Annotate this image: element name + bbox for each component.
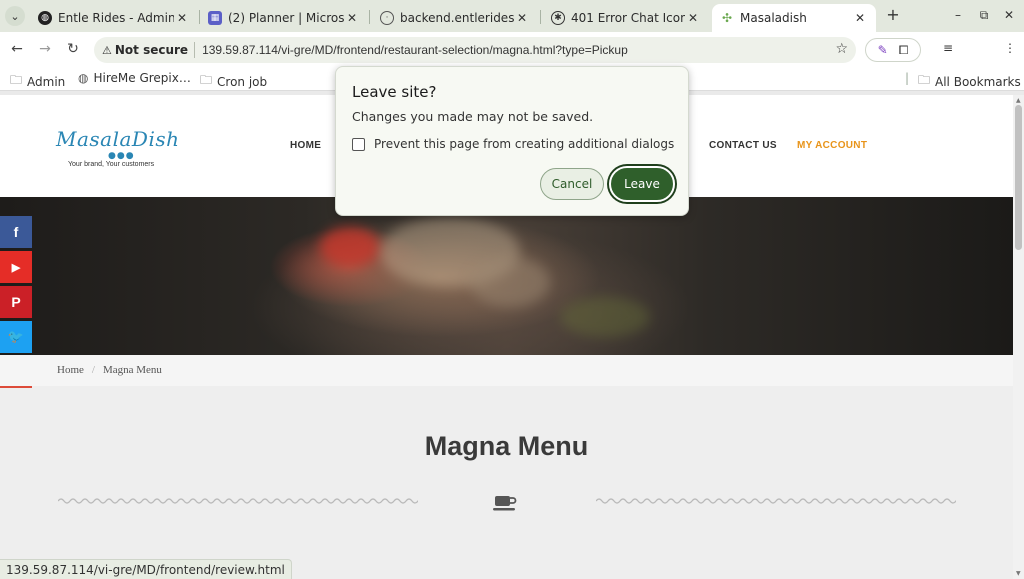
tab-entle-rides[interactable]: ◍ Entle Rides - Admin P ✕ (30, 4, 198, 32)
puzzle-extensions-icon[interactable]: ⧠ (899, 43, 909, 58)
close-tab-icon[interactable]: ✕ (852, 11, 868, 25)
bookmark-label: HireMe Grepix… (93, 71, 191, 85)
breadcrumb: Home / Magna Menu (0, 355, 1013, 386)
new-tab-plus-icon[interactable]: + (884, 6, 902, 24)
tab-strip: ⌄ ◍ Entle Rides - Admin P ✕ ▦ (2) Planne… (0, 0, 1024, 32)
browser-toolbar: ← → ↻ ⚠ Not secure 139.59.87.114/vi-gre/… (0, 32, 1024, 89)
close-tab-icon[interactable]: ✕ (174, 11, 190, 25)
masaladish-icon: ✣ (721, 11, 733, 25)
leave-site-dialog: Leave site? Changes you made may not be … (335, 66, 689, 216)
forward-arrow-icon[interactable]: → (36, 40, 54, 58)
tab-backend[interactable]: · backend.entlerides.cc ✕ (372, 4, 538, 32)
close-window-icon[interactable]: ✕ (1002, 8, 1016, 22)
folder-icon: 🗀 (10, 73, 23, 87)
decorative-wave-divider-left (58, 498, 418, 504)
prevent-dialogs-option[interactable]: Prevent this page from creating addition… (352, 137, 674, 151)
tab-title: Entle Rides - Admin P (58, 11, 174, 25)
tab-401-error[interactable]: ✱ 401 Error Chat Icon ✕ (543, 4, 709, 32)
tab-title: Masaladish (740, 11, 807, 25)
leave-button[interactable]: Leave (609, 166, 675, 202)
decorative-wave-divider-right (596, 498, 956, 504)
bookmark-star-icon[interactable]: ☆ (835, 41, 848, 57)
tab-masaladish[interactable]: ✣ Masaladish ✕ (712, 4, 876, 32)
logo-tagline: Your brand, Your customers (68, 161, 155, 168)
scrollbar-thumb[interactable] (1015, 105, 1022, 250)
pen-extension-icon[interactable]: ✎ (878, 43, 888, 57)
hero-banner-image (0, 197, 1013, 355)
youtube-icon[interactable]: ▶ (0, 251, 32, 283)
dialog-message: Changes you made may not be saved. (352, 109, 594, 124)
tab-title: (2) Planner | Microsof (228, 11, 344, 25)
close-tab-icon[interactable]: ✕ (514, 11, 530, 25)
security-chip[interactable]: ⚠ Not secure (102, 43, 188, 57)
prevent-dialogs-checkbox[interactable] (352, 137, 365, 151)
tab-divider (369, 10, 370, 24)
openai-icon: ✱ (551, 11, 565, 25)
tab-planner[interactable]: ▦ (2) Planner | Microsof ✕ (200, 4, 368, 32)
nav-contact-us[interactable]: CONTACT US (709, 140, 777, 151)
globe-dark-icon: ◍ (38, 11, 52, 25)
dialog-title: Leave site? (352, 83, 437, 101)
page-title: Magna Menu (424, 431, 589, 461)
facebook-icon[interactable]: f (0, 216, 32, 248)
planner-icon: ▦ (208, 11, 222, 25)
bookmark-admin[interactable]: 🗀 Admin (10, 71, 65, 92)
restore-icon[interactable]: ⧉ (977, 8, 991, 23)
page-scrollbar[interactable]: ▲ ▼ (1013, 95, 1024, 579)
site-logo[interactable]: MasalaDish ●●● Your brand, Your customer… (56, 127, 186, 171)
breadcrumb-home[interactable]: Home (57, 364, 84, 376)
close-tab-icon[interactable]: ✕ (344, 11, 360, 25)
bookmark-hireme[interactable]: ◍ HireMe Grepix… (78, 71, 191, 85)
nav-home[interactable]: HOME (290, 140, 321, 151)
logo-dots-icon: ●●● (108, 151, 135, 161)
omnibox-divider (194, 42, 196, 58)
logo-wordmark: MasalaDish (56, 127, 180, 151)
all-bookmarks[interactable]: 🗀 All Bookmarks (918, 71, 1021, 92)
cancel-button[interactable]: Cancel (540, 168, 604, 200)
back-arrow-icon[interactable]: ← (8, 40, 26, 58)
warning-triangle-icon: ⚠ (102, 43, 112, 57)
kebab-menu-icon[interactable]: ⋮ (1004, 41, 1016, 55)
pinterest-icon[interactable]: P (0, 286, 32, 318)
breadcrumb-current: Magna Menu (102, 364, 162, 376)
folder-icon: 🗀 (200, 73, 213, 87)
close-tab-icon[interactable]: ✕ (685, 11, 701, 25)
bookmark-label: Admin (27, 74, 66, 89)
reload-icon[interactable]: ↻ (64, 40, 82, 58)
minimize-icon[interactable]: – (951, 8, 965, 22)
nav-my-account[interactable]: MY ACCOUNT (797, 140, 867, 151)
tab-title: backend.entlerides.cc (400, 11, 514, 25)
prevent-dialogs-label[interactable]: Prevent this page from creating addition… (374, 137, 674, 151)
bookmark-label: Cron job (217, 74, 268, 89)
coffee-cup-icon (493, 496, 517, 511)
media-queue-icon[interactable]: ≡ (943, 41, 953, 55)
folder-icon: 🗀 (918, 73, 931, 87)
scroll-down-arrow-icon[interactable]: ▼ (1016, 570, 1021, 577)
bookmark-cron-job[interactable]: 🗀 Cron job (200, 71, 267, 92)
security-label: Not secure (114, 43, 189, 57)
twitter-icon[interactable]: 🐦 (0, 321, 32, 353)
url-text[interactable]: 139.59.87.114/vi-gre/MD/frontend/restaur… (202, 43, 628, 57)
tab-search-chevron-icon[interactable]: ⌄ (5, 6, 25, 26)
breadcrumb-separator: / (91, 364, 95, 376)
address-bar[interactable]: ⚠ Not secure 139.59.87.114/vi-gre/MD/fro… (94, 37, 856, 63)
all-bookmarks-label: All Bookmarks (935, 74, 1021, 89)
tab-title: 401 Error Chat Icon (571, 11, 685, 25)
extensions-pill: ✎ ⧠ (865, 38, 921, 62)
bookmarks-divider: | (905, 71, 910, 85)
link-status-bubble: 139.59.87.114/vi-gre/MD/frontend/review.… (0, 559, 292, 579)
globe-icon: · (380, 11, 394, 25)
scroll-up-arrow-icon[interactable]: ▲ (1016, 97, 1021, 104)
globe-icon: ◍ (78, 71, 89, 85)
tab-divider (540, 10, 541, 24)
